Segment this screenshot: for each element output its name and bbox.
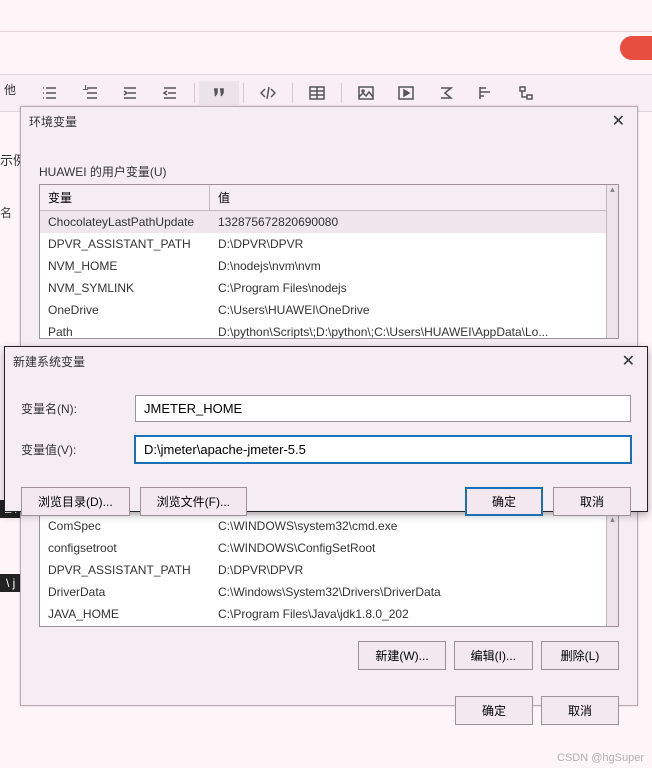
- code-icon[interactable]: [248, 81, 288, 105]
- table-header: 变量 值: [40, 185, 606, 211]
- table-row[interactable]: DPVR_ASSISTANT_PATHD:\DPVR\DPVR: [40, 233, 606, 255]
- close-icon[interactable]: ✕: [608, 111, 629, 131]
- col-name[interactable]: 变量: [40, 185, 210, 210]
- dialog-footer-buttons: 确定 取消: [39, 696, 619, 725]
- table-row[interactable]: ChocolateyLastPathUpdate1328756728206900…: [40, 211, 606, 233]
- ordered-list-icon[interactable]: 1: [70, 81, 110, 105]
- var-value-label: 变量值(V):: [21, 441, 119, 458]
- env-dialog-title: 环境变量: [29, 113, 77, 130]
- edit-button[interactable]: 编辑(I)...: [454, 641, 533, 670]
- new-var-titlebar: 新建系统变量 ✕: [5, 347, 647, 375]
- new-button[interactable]: 新建(W)...: [358, 641, 445, 670]
- table-row[interactable]: configsetrootC:\WINDOWS\ConfigSetRoot: [40, 537, 606, 559]
- var-value-input[interactable]: [135, 436, 631, 463]
- user-vars-label: HUAWEI 的用户变量(U): [39, 163, 619, 180]
- table-row[interactable]: DPVR_ASSISTANT_PATHD:\DPVR\DPVR: [40, 559, 606, 581]
- left-name-label: 名: [0, 204, 12, 221]
- left-tab-other[interactable]: 他: [0, 79, 20, 100]
- svg-text:1: 1: [82, 85, 89, 93]
- ok-button[interactable]: 确定: [465, 487, 543, 516]
- table-row[interactable]: OneDriveC:\Users\HUAWEI\OneDrive: [40, 299, 606, 321]
- browse-dir-button[interactable]: 浏览目录(D)...: [21, 487, 130, 516]
- table-row[interactable]: PathD:\python\Scripts\;D:\python\;C:\Use…: [40, 321, 606, 338]
- cancel-button[interactable]: 取消: [541, 696, 619, 725]
- video-icon[interactable]: [386, 81, 426, 105]
- close-icon[interactable]: ✕: [618, 351, 639, 371]
- list-icon[interactable]: [30, 81, 70, 105]
- table-icon[interactable]: [297, 81, 337, 105]
- col-value[interactable]: 值: [210, 185, 606, 210]
- system-vars-table: ComSpecC:\WINDOWS\system32\cmd.exe confi…: [39, 515, 619, 627]
- left-dark-tab-2[interactable]: \ j: [0, 574, 21, 592]
- table-row[interactable]: JAVA_HOMEC:\Program Files\Java\jdk1.8.0_…: [40, 603, 606, 625]
- scrollbar[interactable]: [606, 185, 618, 338]
- top-gap: [0, 0, 652, 32]
- indent-icon[interactable]: [110, 81, 150, 105]
- new-var-title: 新建系统变量: [13, 353, 85, 370]
- cancel-button[interactable]: 取消: [553, 487, 631, 516]
- watermark: CSDN @hgSuper: [557, 752, 644, 764]
- var-name-input[interactable]: [135, 395, 631, 422]
- table-row[interactable]: DriverDataC:\Windows\System32\Drivers\Dr…: [40, 581, 606, 603]
- delete-button[interactable]: 删除(L): [541, 641, 619, 670]
- formula-icon[interactable]: [426, 81, 466, 105]
- browse-file-button[interactable]: 浏览文件(F)...: [140, 487, 247, 516]
- quote-icon[interactable]: [199, 81, 239, 105]
- outdent-icon[interactable]: [150, 81, 190, 105]
- table-row[interactable]: NVM_SYMLINKC:\Program Files\nodejs: [40, 277, 606, 299]
- ok-button[interactable]: 确定: [455, 696, 533, 725]
- user-vars-table: 变量 值 ChocolateyLastPathUpdate13287567282…: [39, 184, 619, 339]
- table-row[interactable]: NVM_HOMED:\nodejs\nvm\nvm: [40, 255, 606, 277]
- image-icon[interactable]: [346, 81, 386, 105]
- gantt-icon[interactable]: [466, 81, 506, 105]
- new-var-dialog: 新建系统变量 ✕ 变量名(N): 变量值(V): 浏览目录(D)... 浏览文件…: [4, 346, 648, 512]
- var-name-label: 变量名(N):: [21, 400, 119, 417]
- scrollbar[interactable]: [606, 515, 618, 626]
- red-pill-button[interactable]: [620, 36, 652, 60]
- env-dialog-titlebar: 环境变量 ✕: [21, 107, 637, 135]
- flowchart-icon[interactable]: [506, 81, 546, 105]
- system-vars-buttons: 新建(W)... 编辑(I)... 删除(L): [39, 641, 619, 670]
